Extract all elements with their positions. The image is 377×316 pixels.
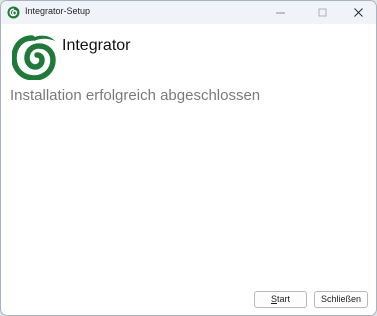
product-logo-icon: [11, 32, 56, 81]
title-bar[interactable]: Integrator-Setup: [1, 1, 376, 24]
close-button[interactable]: Schließen: [314, 291, 368, 308]
close-icon: [354, 8, 363, 17]
minimize-button[interactable]: [266, 1, 296, 24]
product-name: Integrator: [62, 37, 131, 54]
app-swirl-icon: [7, 6, 20, 19]
start-button[interactable]: Start: [254, 291, 307, 308]
window-title: Integrator-Setup: [25, 6, 91, 16]
status-message: Installation erfolgreich abgeschlossen: [10, 87, 261, 104]
start-label-rest: tart: [277, 294, 291, 304]
maximize-icon: [318, 8, 327, 17]
setup-window: Integrator-Setup Integrator Installation…: [0, 0, 377, 316]
minimize-icon: [276, 12, 285, 14]
maximize-button[interactable]: [308, 1, 338, 24]
close-window-button[interactable]: [344, 1, 374, 24]
